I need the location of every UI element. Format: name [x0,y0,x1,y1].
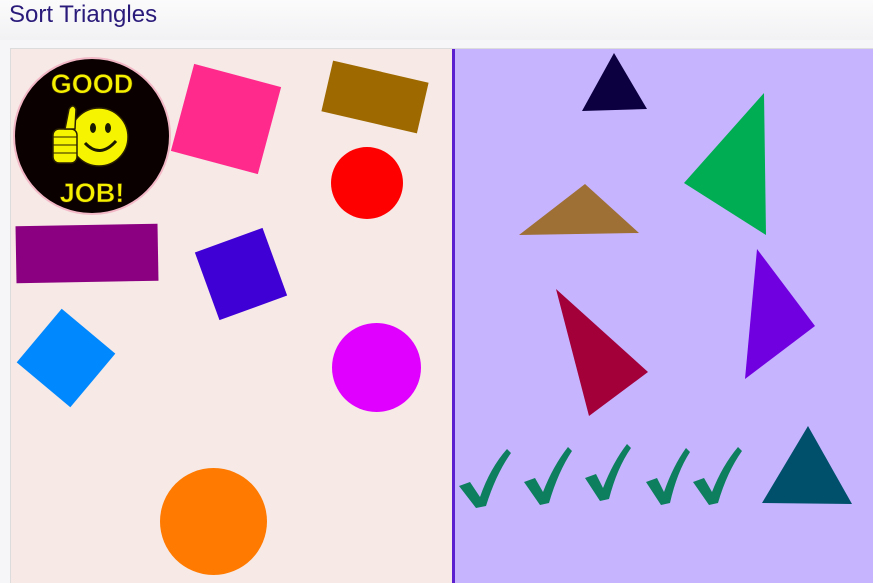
magenta-circle[interactable] [332,323,421,412]
purple-rectangle[interactable] [15,223,159,284]
good-job-badge: GOOD JOB! [13,57,171,215]
title-bar: Sort Triangles [0,0,873,40]
orange-circle[interactable] [160,468,267,575]
red-circle[interactable] [331,147,403,219]
good-job-badge-graphic: GOOD JOB! [13,57,171,215]
zone-divider [452,49,455,583]
badge-top-text: GOOD [51,69,134,99]
page-title: Sort Triangles [9,1,158,28]
badge-bottom-text: JOB! [60,178,125,208]
